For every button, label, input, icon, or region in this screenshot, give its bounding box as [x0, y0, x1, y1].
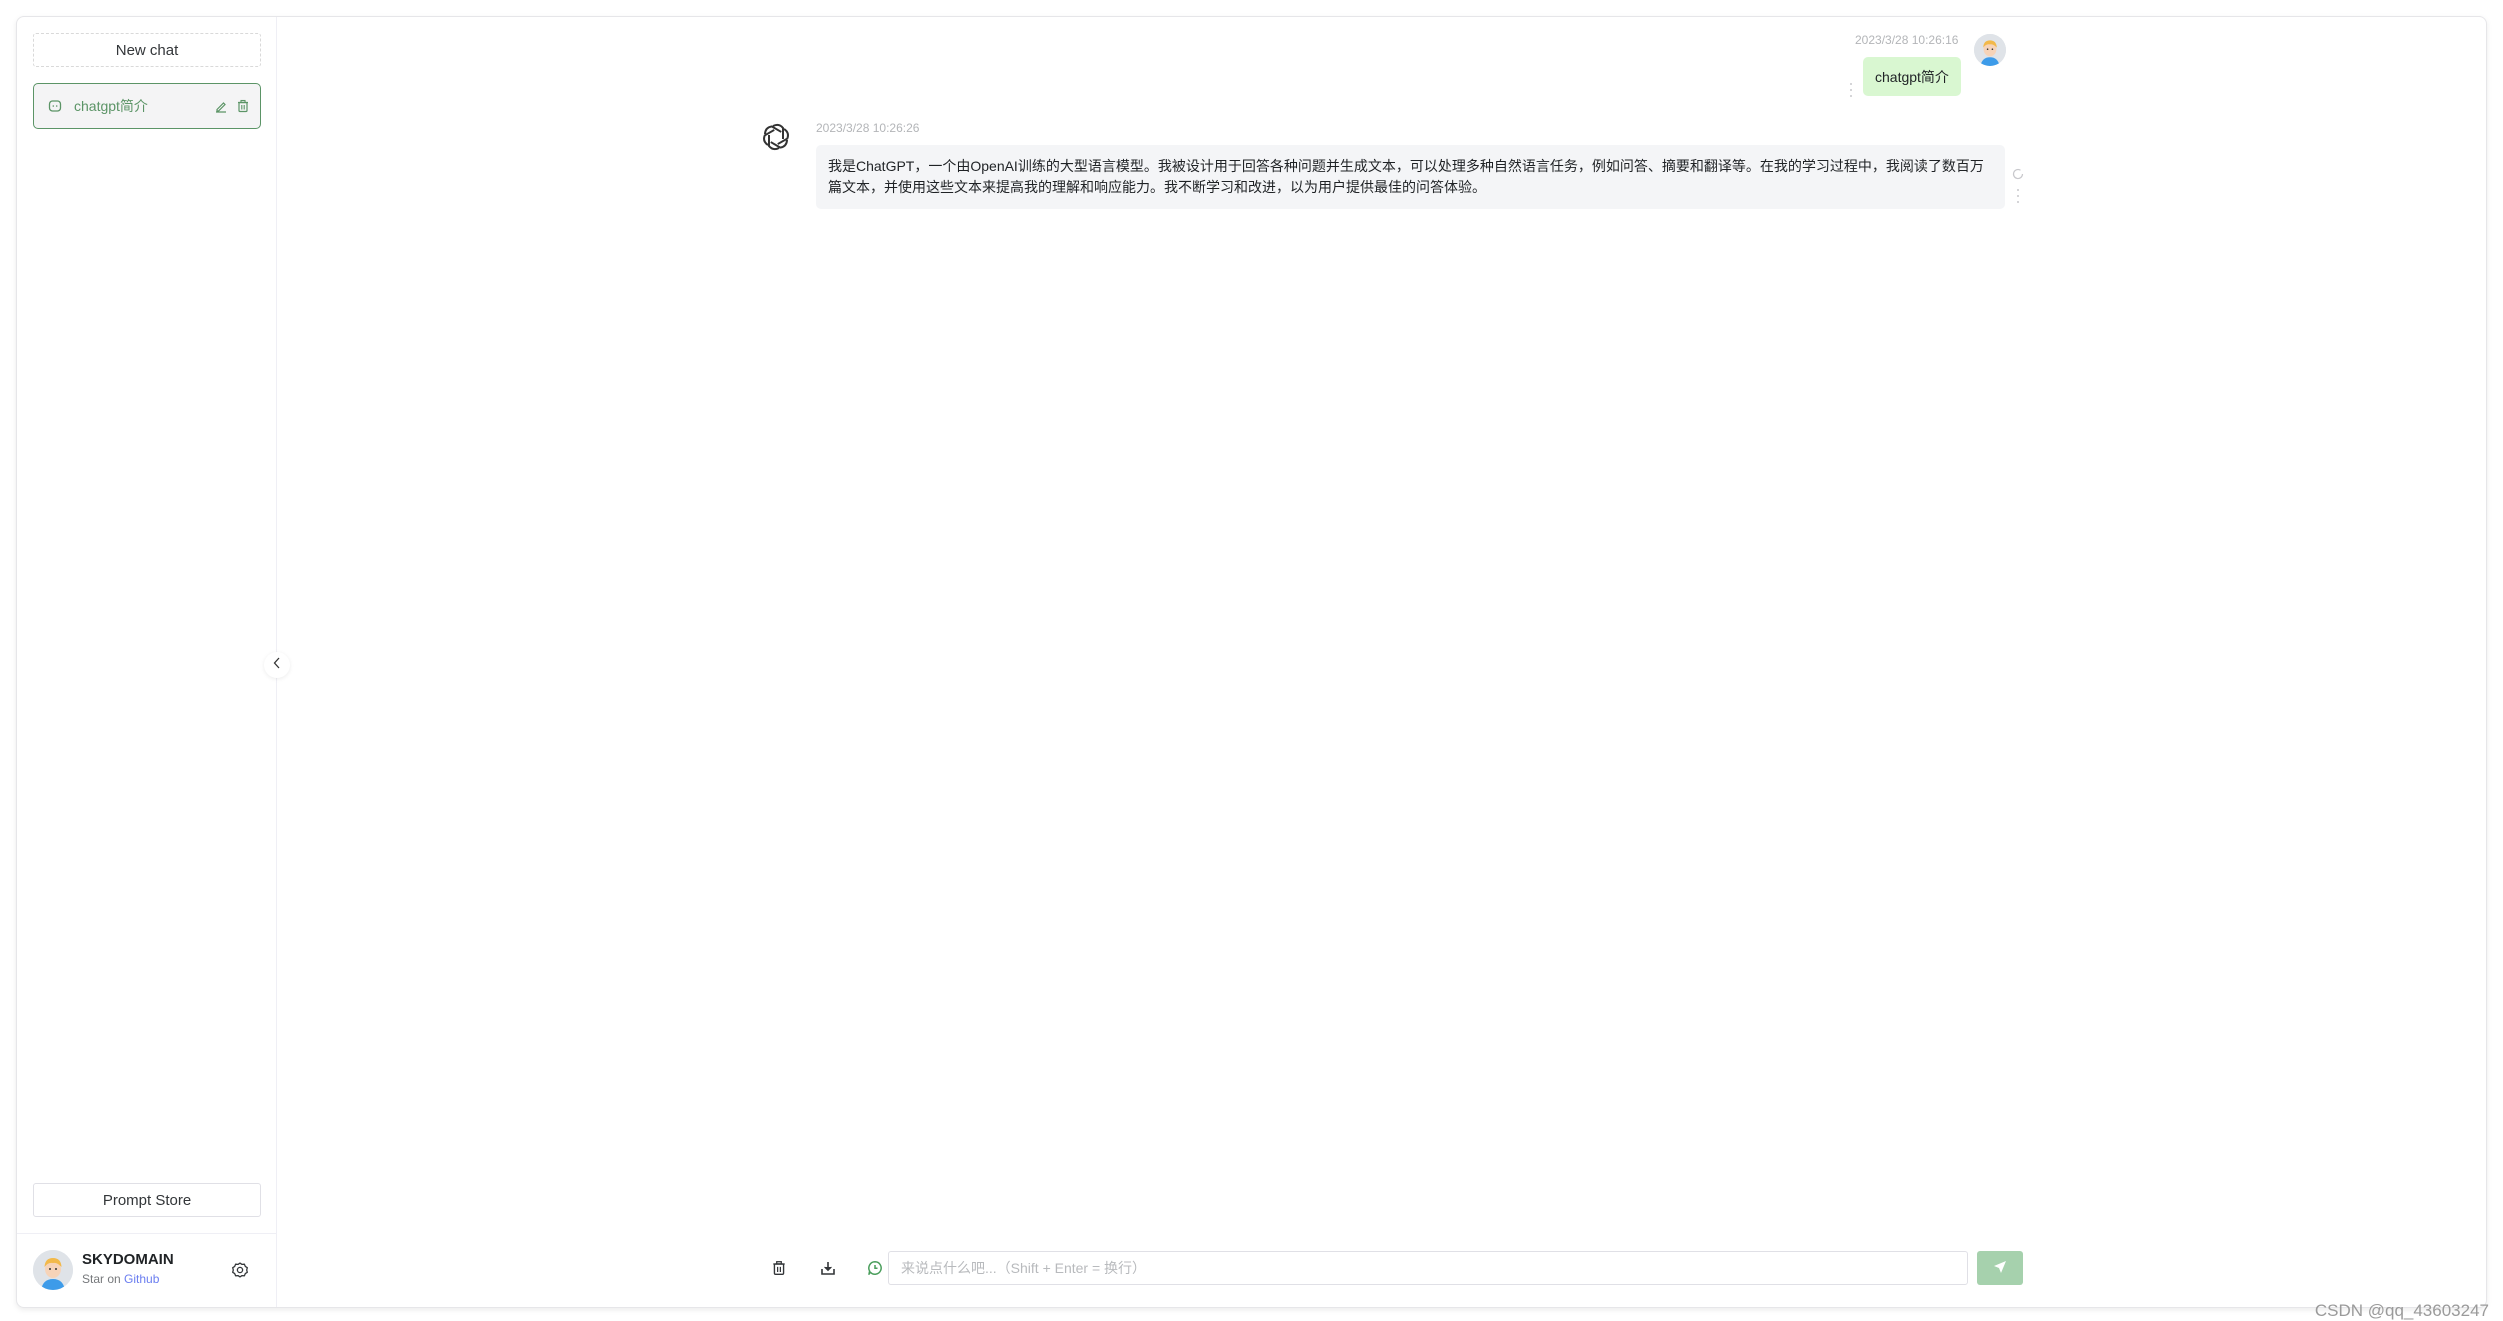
history-item-title: chatgpt简介 — [74, 98, 148, 114]
user-subtitle-text: Star on — [82, 1272, 121, 1286]
app-window: New chat chatgpt简介 Prompt Store SKYDOMAI… — [16, 16, 2487, 1308]
message-more-icon[interactable] — [2016, 189, 2020, 203]
user-avatar — [1974, 34, 2006, 66]
history-item[interactable]: chatgpt简介 — [33, 83, 261, 129]
new-chat-button[interactable]: New chat — [33, 33, 261, 67]
user-message-bubble: chatgpt简介 — [1863, 57, 1961, 96]
user-name: SKYDOMAIN — [82, 1251, 174, 1268]
sidebar: New chat chatgpt简介 Prompt Store SKYDOMAI… — [17, 17, 277, 1307]
regenerate-icon[interactable] — [2012, 167, 2024, 180]
avatar[interactable] — [33, 1250, 73, 1290]
collapse-sidebar-button[interactable] — [264, 652, 290, 678]
message-more-icon[interactable] — [1849, 83, 1853, 97]
message-timestamp: 2023/3/28 10:26:16 — [1855, 33, 1959, 47]
delete-icon[interactable] — [236, 99, 250, 113]
user-info: SKYDOMAIN Star on Github — [17, 1233, 276, 1307]
gear-icon[interactable] — [231, 1261, 249, 1279]
send-button[interactable] — [1977, 1251, 2023, 1285]
download-icon[interactable] — [818, 1258, 838, 1278]
chat-area: 2023/3/28 10:26:16 chatgpt简介 2023/3/28 1… — [277, 17, 2486, 1307]
edit-icon[interactable] — [214, 99, 228, 113]
prompt-store-button[interactable]: Prompt Store — [33, 1183, 261, 1217]
context-chat-icon[interactable] — [865, 1258, 885, 1278]
delete-icon[interactable] — [769, 1258, 789, 1278]
openai-logo-icon — [760, 121, 792, 153]
send-icon — [1992, 1259, 2008, 1278]
assistant-message-bubble: 我是ChatGPT，一个由OpenAI训练的大型语言模型。我被设计用于回答各种问… — [816, 145, 2005, 209]
user-subtitle: Star on Github — [82, 1272, 159, 1286]
chevron-left-icon — [272, 656, 282, 674]
message-input[interactable] — [888, 1251, 1968, 1285]
message-timestamp: 2023/3/28 10:26:26 — [816, 121, 920, 135]
chat-bubble-icon — [48, 99, 62, 113]
github-link[interactable]: Github — [124, 1272, 159, 1286]
watermark: CSDN @qq_43603247 — [2314, 1301, 2489, 1320]
